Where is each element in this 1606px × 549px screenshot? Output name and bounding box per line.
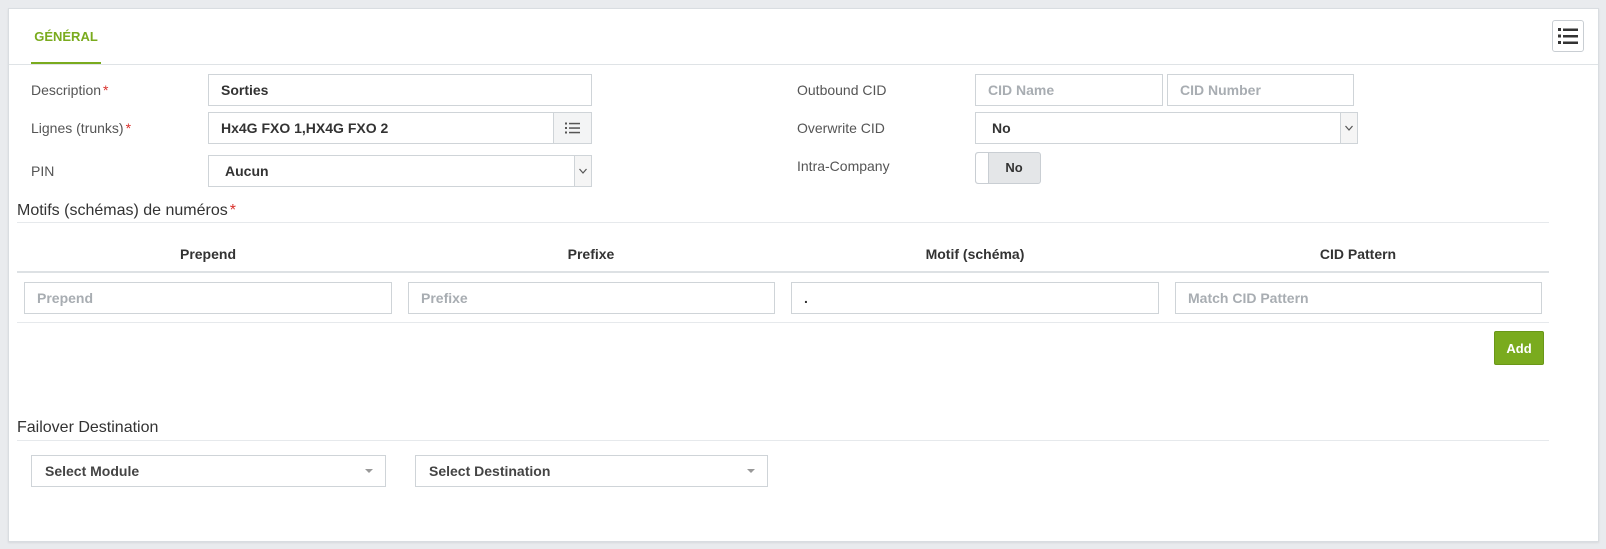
required-marker: * — [103, 82, 109, 98]
pattern-input[interactable]: . — [791, 282, 1159, 314]
tab-bar: GÉNÉRAL — [9, 9, 1598, 65]
select-module-dropdown[interactable]: Select Module — [31, 455, 386, 487]
trunks-label: Lignes (trunks) * — [31, 120, 131, 136]
table-header-divider — [17, 271, 1549, 273]
description-label: Description * — [31, 82, 108, 98]
column-header-pattern: Motif (schéma) — [925, 246, 1025, 262]
failover-section-title: Failover Destination — [17, 419, 159, 436]
chevron-down-icon — [574, 156, 591, 186]
list-icon — [1558, 28, 1578, 44]
pin-select[interactable]: Aucun — [208, 155, 592, 187]
cid-pattern-placeholder: Match CID Pattern — [1188, 290, 1309, 306]
pattern-value: . — [804, 290, 808, 306]
cid-number-placeholder: CID Number — [1180, 82, 1261, 98]
required-marker: * — [229, 202, 236, 219]
tab-general[interactable]: GÉNÉRAL — [31, 9, 101, 64]
select-destination-label: Select Destination — [429, 463, 551, 479]
intra-company-label: Intra-Company — [797, 158, 890, 174]
column-header-prefix: Prefixe — [567, 246, 615, 262]
prepend-placeholder: Prepend — [37, 290, 94, 306]
table-row-divider — [17, 322, 1549, 323]
pin-value: Aucun — [225, 163, 269, 179]
select-destination-dropdown[interactable]: Select Destination — [415, 455, 768, 487]
caret-down-icon — [747, 469, 755, 473]
prepend-input[interactable]: Prepend — [24, 282, 392, 314]
intra-company-toggle[interactable]: No — [975, 152, 1041, 184]
column-header-prepend: Prepend — [179, 246, 236, 262]
caret-down-icon — [365, 469, 373, 473]
required-marker: * — [125, 120, 132, 136]
cid-name-input[interactable]: CID Name — [975, 74, 1163, 106]
description-label-text: Description — [31, 82, 102, 98]
cid-pattern-input[interactable]: Match CID Pattern — [1175, 282, 1542, 314]
pin-label: PIN — [31, 163, 55, 179]
outbound-cid-label: Outbound CID — [797, 82, 887, 98]
trunks-input[interactable]: Hx4G FXO 1,HX4G FXO 2 — [208, 112, 554, 144]
overwrite-cid-value: No — [992, 120, 1011, 136]
trunks-value: Hx4G FXO 1,HX4G FXO 2 — [221, 120, 389, 136]
chevron-down-icon — [1340, 113, 1357, 143]
trunks-picker-button[interactable] — [553, 112, 592, 144]
overwrite-cid-label: Overwrite CID — [797, 120, 885, 136]
menu-button[interactable] — [1552, 20, 1584, 52]
cid-name-placeholder: CID Name — [988, 82, 1055, 98]
patterns-section-title: Motifs (schémas) de numéros * — [17, 202, 236, 220]
trunks-label-text: Lignes (trunks) — [31, 120, 124, 136]
overwrite-cid-select[interactable]: No — [975, 112, 1358, 144]
divider — [17, 222, 1549, 223]
cid-number-input[interactable]: CID Number — [1167, 74, 1354, 106]
prefix-placeholder: Prefixe — [421, 290, 468, 306]
description-value: Sorties — [221, 82, 269, 98]
divider — [17, 440, 1549, 441]
description-input[interactable]: Sorties — [208, 74, 592, 106]
add-pattern-button[interactable]: Add — [1494, 331, 1544, 365]
column-header-cid-pattern: CID Pattern — [1319, 246, 1397, 262]
patterns-title-text: Motifs (schémas) de numéros — [17, 202, 228, 219]
select-module-label: Select Module — [45, 463, 140, 479]
intra-company-value: No — [1005, 160, 1023, 175]
list-icon — [565, 122, 580, 134]
prefix-input[interactable]: Prefixe — [408, 282, 775, 314]
